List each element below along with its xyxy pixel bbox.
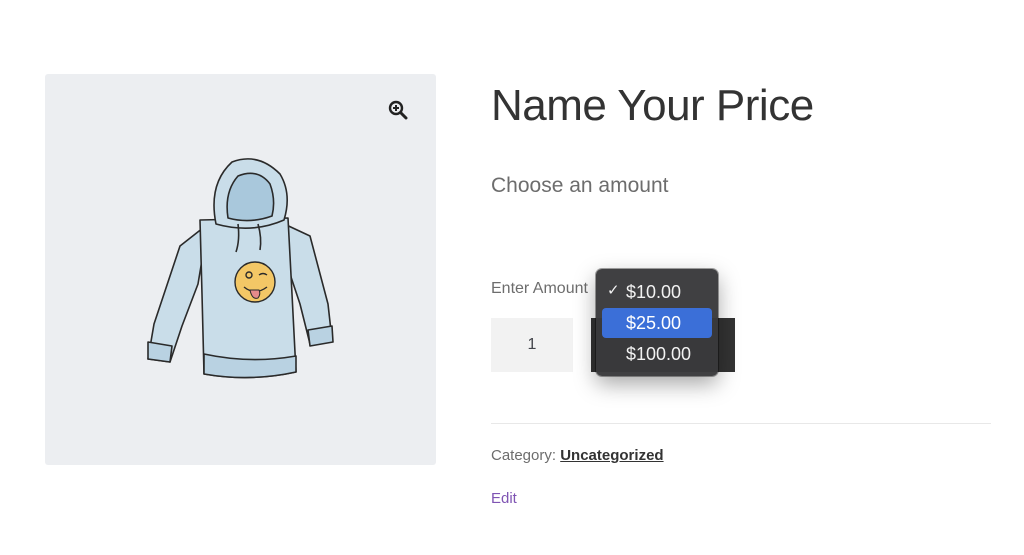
divider xyxy=(491,423,991,424)
dropdown-option[interactable]: ✓ $10.00 xyxy=(602,277,712,307)
option-label: $100.00 xyxy=(626,343,692,364)
quantity-input[interactable]: 1 xyxy=(491,318,573,372)
option-label: $25.00 xyxy=(626,312,682,333)
category-label: Category: xyxy=(491,447,557,464)
hoodie-image[interactable] xyxy=(140,154,340,384)
dropdown-option-highlighted[interactable]: $25.00 xyxy=(602,308,712,338)
product-meta: Category: Uncategorized xyxy=(491,447,664,464)
zoom-button[interactable] xyxy=(380,92,416,128)
product-title: Name Your Price xyxy=(491,81,814,130)
amount-dropdown-menu[interactable]: ✓ $10.00 $25.00 $100.00 xyxy=(596,269,718,376)
edit-link[interactable]: Edit xyxy=(491,490,517,507)
category-link[interactable]: Uncategorized xyxy=(560,447,663,464)
product-summary: Name Your Price Choose an amount Enter A… xyxy=(491,78,991,507)
checkmark-icon: ✓ xyxy=(607,282,620,299)
enter-amount-label: Enter Amount xyxy=(491,280,588,297)
dropdown-option[interactable]: $100.00 xyxy=(602,339,712,369)
zoom-in-icon xyxy=(388,100,408,120)
price-text: Choose an amount xyxy=(491,174,669,197)
product-image-gallery xyxy=(45,74,436,465)
option-label: $10.00 xyxy=(626,281,682,302)
